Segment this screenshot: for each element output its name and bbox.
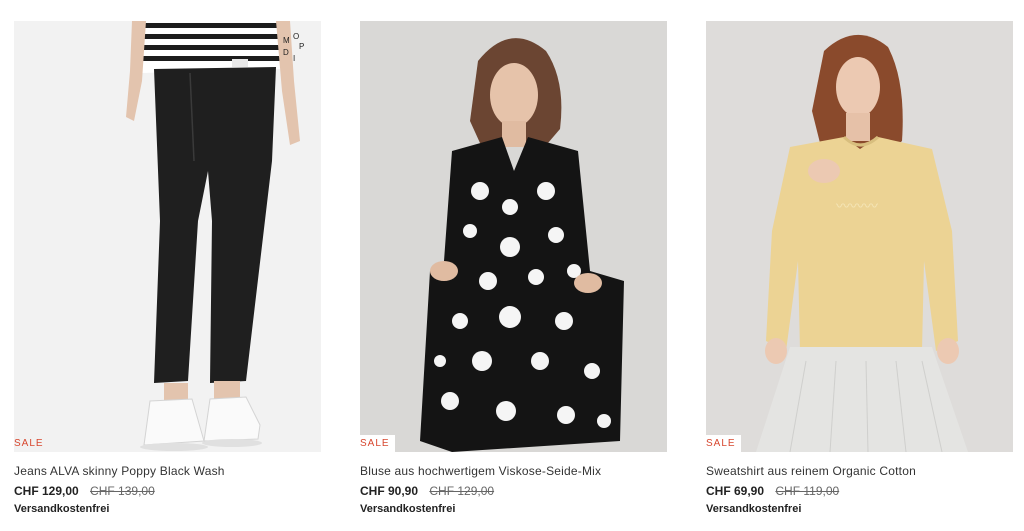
price-row: CHF 69,90 CHF 119,00: [706, 484, 1013, 498]
sale-badge: SALE: [706, 435, 741, 452]
product-title[interactable]: Jeans ALVA skinny Poppy Black Wash: [14, 464, 321, 478]
shipping-note: Versandkostenfrei: [14, 503, 110, 515]
shipping-note: Versandkostenfrei: [706, 503, 802, 515]
brand-logo-icon: M O P D I: [283, 32, 304, 63]
product-title[interactable]: Bluse aus hochwertigem Viskose-Seide-Mix: [360, 464, 667, 478]
current-price: CHF 69,90: [706, 484, 765, 498]
jeans-photo: [14, 21, 321, 452]
original-price: CHF 139,00: [90, 484, 155, 498]
price-row: CHF 90,90 CHF 129,00: [360, 484, 667, 498]
logo-letter: M: [283, 36, 290, 45]
product-image-blouse[interactable]: SALE: [360, 21, 667, 452]
original-price: CHF 129,00: [429, 484, 495, 498]
price-row: CHF 129,00 CHF 139,00: [14, 484, 321, 498]
logo-letter: I: [293, 54, 295, 63]
product-card-blouse[interactable]: SALE Bluse aus hochwertigem Viskose-Seid…: [360, 21, 667, 531]
product-card-jeans[interactable]: M O P D I SALE Jeans ALVA skinny Poppy B…: [14, 21, 321, 531]
product-image-jeans[interactable]: M O P D I SALE: [14, 21, 321, 452]
product-card-sweatshirt[interactable]: 〰〰〰 SALE Sweatshirt aus reinem Organic C…: [706, 21, 1013, 531]
shipping-note: Versandkostenfrei: [360, 503, 456, 515]
current-price: CHF 90,90: [360, 484, 419, 498]
sale-badge: SALE: [14, 438, 44, 449]
logo-letter: O: [293, 32, 299, 41]
product-grid: M O P D I SALE Jeans ALVA skinny Poppy B…: [0, 0, 1024, 531]
product-title[interactable]: Sweatshirt aus reinem Organic Cotton: [706, 464, 1013, 478]
sweatshirt-print: 〰〰〰: [836, 200, 878, 215]
sweatshirt-photo: 〰〰〰: [706, 21, 1013, 452]
logo-letter: D: [283, 48, 289, 57]
product-image-sweatshirt[interactable]: 〰〰〰 SALE: [706, 21, 1013, 452]
current-price: CHF 129,00: [14, 484, 79, 498]
original-price: CHF 119,00: [775, 484, 840, 498]
sale-badge: SALE: [360, 435, 395, 452]
blouse-photo: [360, 21, 667, 452]
logo-letter: P: [299, 42, 304, 51]
